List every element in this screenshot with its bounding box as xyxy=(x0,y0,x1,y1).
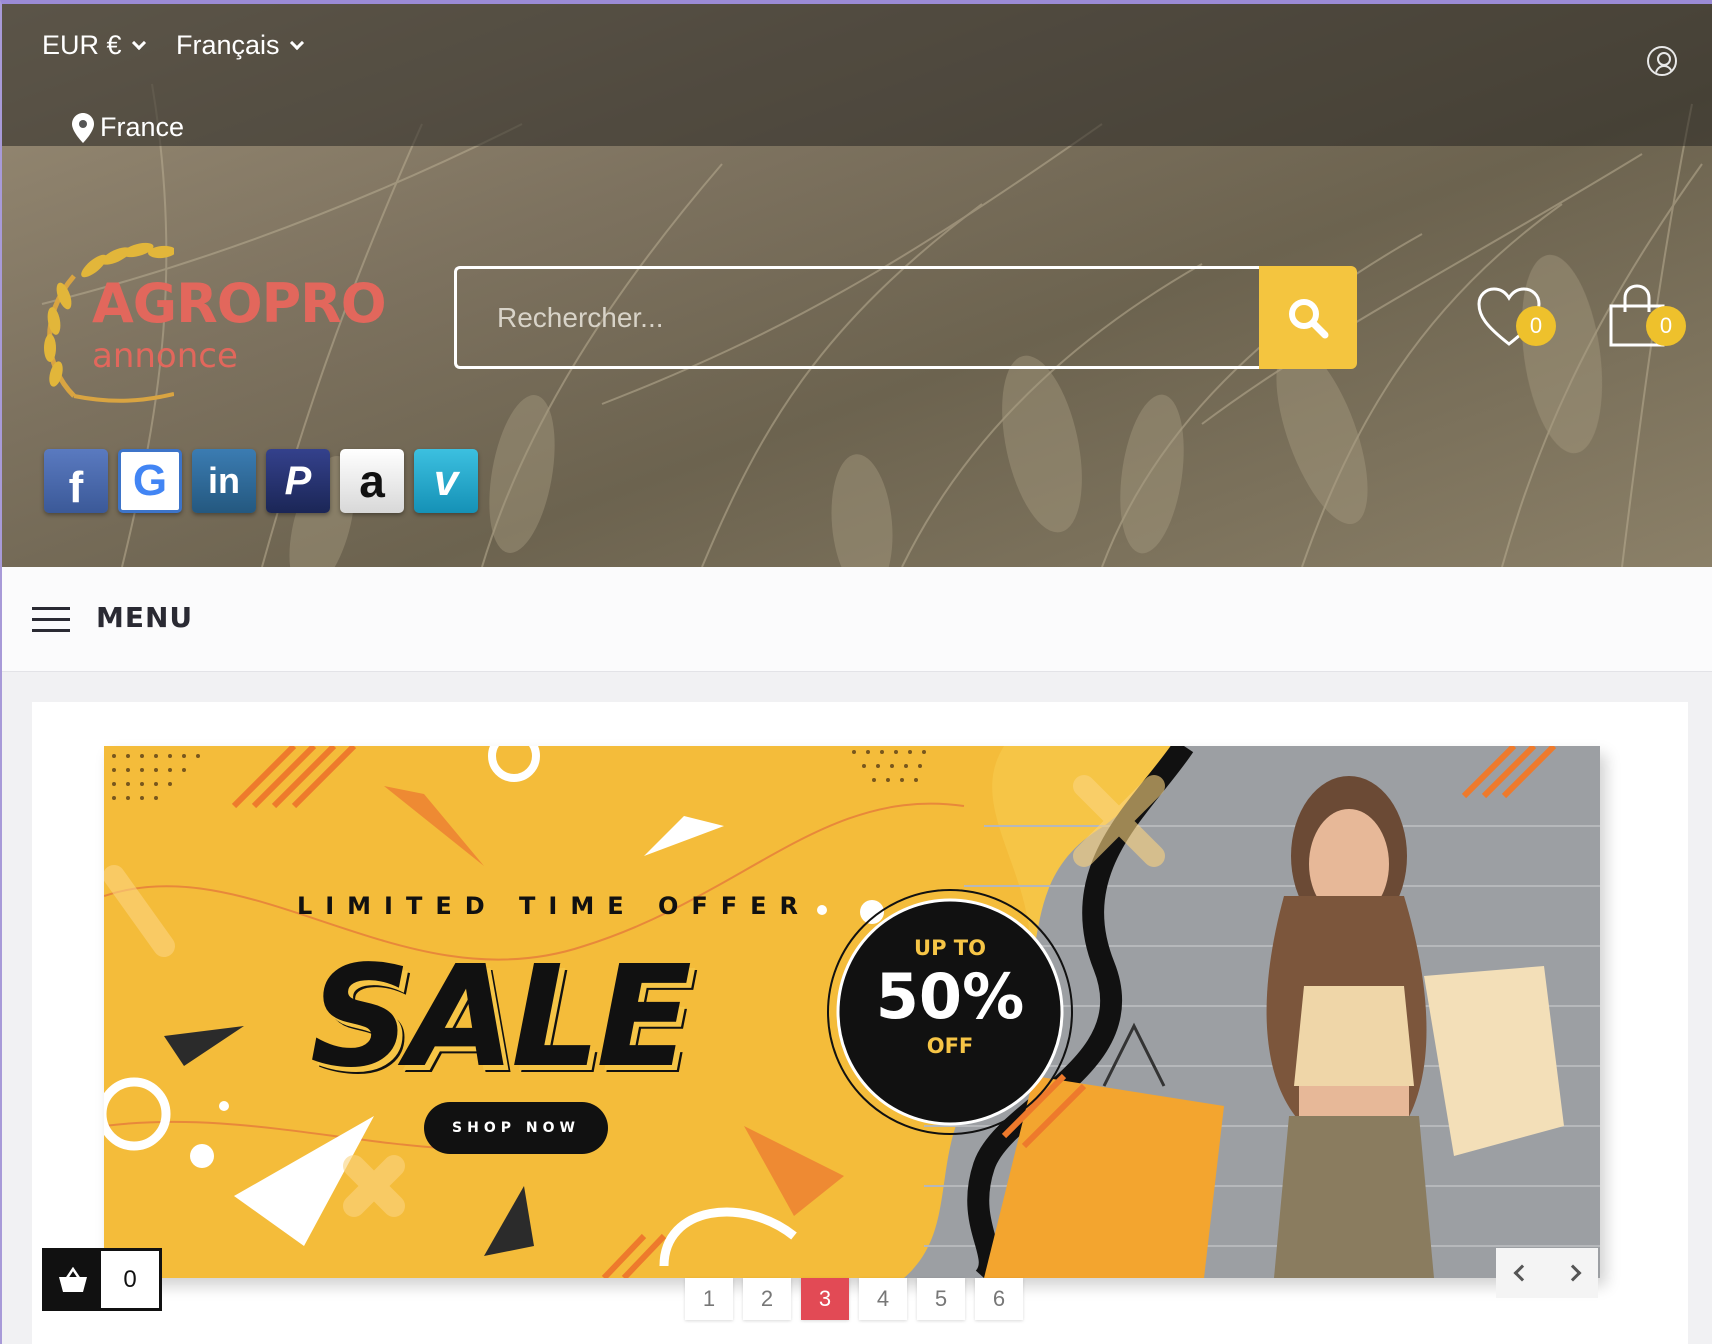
slider-page-6[interactable]: 6 xyxy=(975,1278,1023,1320)
menu-bar: MENU xyxy=(2,567,1712,672)
chevron-down-icon xyxy=(289,35,304,50)
facebook-glyph: f xyxy=(68,463,84,512)
logo-name: AGROPRO xyxy=(92,272,387,335)
banner-headline: LIMITED TIME OFFER xyxy=(296,892,812,920)
wishlist-count-badge: 0 xyxy=(1516,306,1556,346)
slider-page-4[interactable]: 4 xyxy=(859,1278,907,1320)
floating-cart-button[interactable]: 0 xyxy=(42,1248,162,1311)
cart-button[interactable]: 0 xyxy=(1608,284,1688,356)
search-input[interactable] xyxy=(454,266,1259,369)
linkedin-icon[interactable]: in xyxy=(192,449,256,513)
slider-arrows xyxy=(1496,1248,1598,1298)
logo-tagline: annonce xyxy=(92,336,238,376)
paypal-icon[interactable]: P xyxy=(266,449,330,513)
slider-page-1[interactable]: 1 xyxy=(685,1278,733,1320)
slider-page-5[interactable]: 5 xyxy=(917,1278,965,1320)
currency-value: EUR € xyxy=(42,30,122,60)
discount-value: 50% xyxy=(875,960,1025,1033)
map-pin-icon xyxy=(72,112,94,143)
google-glyph: G xyxy=(132,456,168,505)
search-button[interactable] xyxy=(1259,266,1357,369)
hamburger-menu-icon[interactable] xyxy=(32,607,70,633)
slider-prev-button[interactable] xyxy=(1496,1248,1547,1298)
linkedin-glyph: in xyxy=(208,460,240,501)
language-selector[interactable]: Français xyxy=(176,30,304,61)
slider-next-button[interactable] xyxy=(1547,1248,1598,1298)
search-bar xyxy=(454,266,1357,369)
header-hero: EUR € Français France AGROPRO annonce Re… xyxy=(2,4,1712,567)
menu-label[interactable]: MENU xyxy=(96,601,193,634)
floating-cart-count: 0 xyxy=(101,1251,159,1308)
cart-count-badge: 0 xyxy=(1646,306,1686,346)
promo-banner-slide[interactable]: LIMITED TIME OFFER SALE SHOP NOW UP TO 5… xyxy=(104,746,1600,1278)
currency-selector[interactable]: EUR € xyxy=(42,30,146,61)
discount-badge: UP TO 50% OFF xyxy=(838,936,1062,1058)
slider-pagination: 1 2 3 4 5 6 xyxy=(685,1278,1023,1320)
search-icon xyxy=(1289,298,1329,338)
vimeo-icon[interactable]: v xyxy=(414,449,478,513)
vimeo-glyph: v xyxy=(433,456,459,505)
slider-page-2[interactable]: 2 xyxy=(743,1278,791,1320)
user-account-icon[interactable] xyxy=(1647,46,1677,76)
basket-icon xyxy=(59,1266,87,1292)
discount-top: UP TO xyxy=(914,936,986,960)
location-selector[interactable]: France xyxy=(72,112,184,143)
chevron-down-icon xyxy=(131,35,146,50)
discount-bottom: OFF xyxy=(926,1034,974,1058)
shop-now-button[interactable]: SHOP NOW xyxy=(424,1102,608,1154)
top-bar: EUR € Français France xyxy=(2,4,1712,146)
wishlist-button[interactable]: 0 xyxy=(1476,286,1556,356)
paypal-glyph: P xyxy=(284,458,312,503)
amazon-icon[interactable]: a xyxy=(340,449,404,513)
banner-title: SALE xyxy=(309,936,692,1099)
chevron-left-icon xyxy=(1513,1264,1530,1282)
location-value: France xyxy=(100,112,185,142)
language-value: Français xyxy=(176,30,280,60)
slider-page-3[interactable]: 3 xyxy=(801,1278,849,1320)
amazon-glyph: a xyxy=(359,455,385,507)
social-login-row: f G in P a v xyxy=(44,449,478,513)
site-logo[interactable]: AGROPRO annonce xyxy=(34,236,404,406)
shop-now-label: SHOP NOW xyxy=(452,1120,580,1136)
chevron-right-icon xyxy=(1564,1264,1581,1282)
google-icon[interactable]: G xyxy=(118,449,182,513)
facebook-icon[interactable]: f xyxy=(44,449,108,513)
